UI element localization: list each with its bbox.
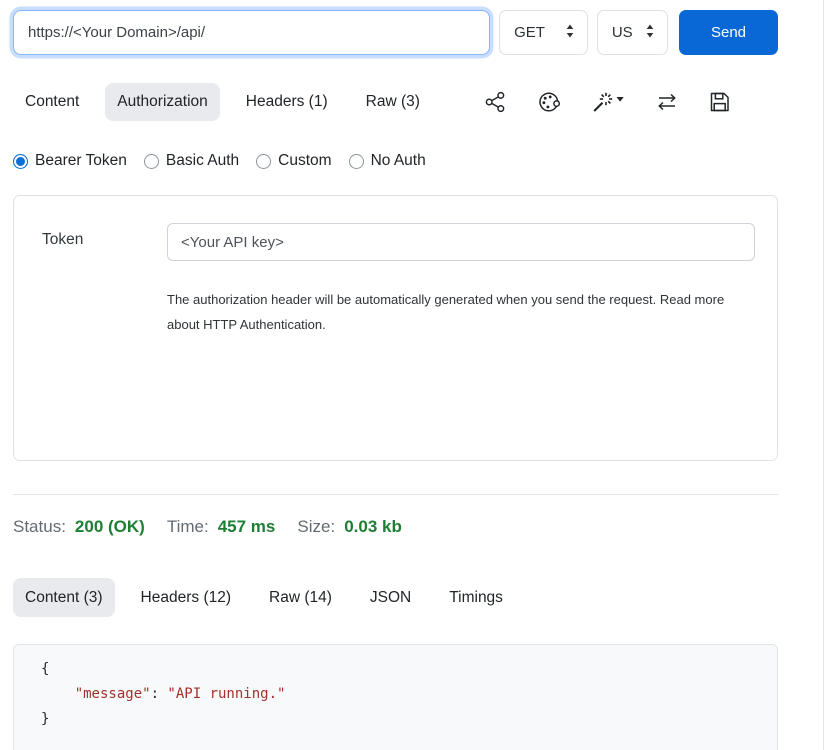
radio-label: Custom: [278, 152, 331, 170]
resp-tab-headers[interactable]: Headers (12): [129, 578, 243, 617]
radio-basic-auth[interactable]: Basic Auth: [144, 152, 239, 170]
api-request-page: GET US Send Content Authorization Header…: [0, 0, 778, 750]
request-tabs-row: Content Authorization Headers (1) Raw (3…: [13, 83, 778, 121]
radio-custom[interactable]: Custom: [256, 152, 331, 170]
code-line: }: [41, 707, 777, 732]
size-group: Size: 0.03 kb: [297, 517, 401, 537]
swap-arrows-icon[interactable]: [655, 90, 679, 114]
scrollbar-track-line: [823, 0, 824, 750]
token-label: Token: [42, 223, 167, 337]
tab-headers[interactable]: Headers (1): [234, 83, 340, 121]
radio-label: Basic Auth: [166, 152, 239, 170]
resp-tab-timings[interactable]: Timings: [437, 578, 515, 617]
code-line: {: [41, 657, 777, 682]
token-form-row: Token The authorization header will be a…: [42, 223, 755, 337]
url-input[interactable]: [13, 10, 490, 55]
tab-authorization[interactable]: Authorization: [105, 83, 219, 121]
tab-raw[interactable]: Raw (3): [354, 83, 432, 121]
radio-checked-icon: [13, 154, 28, 169]
status-group: Status: 200 (OK): [13, 517, 145, 537]
response-tabs: Content (3) Headers (12) Raw (14) JSON T…: [13, 578, 778, 617]
radio-label: No Auth: [371, 152, 426, 170]
auth-type-options: Bearer Token Basic Auth Custom No Auth: [13, 152, 778, 170]
method-select-value: GET: [514, 24, 545, 41]
radio-unchecked-icon: [256, 154, 271, 169]
method-select[interactable]: GET: [499, 10, 588, 55]
select-spinner-icon: [645, 23, 655, 43]
magic-wand-dropdown-icon[interactable]: [591, 90, 625, 114]
select-spinner-icon: [565, 23, 575, 43]
save-icon[interactable]: [709, 90, 731, 114]
status-label: Status:: [13, 517, 66, 537]
json-separator: :: [151, 686, 168, 702]
radio-unchecked-icon: [144, 154, 159, 169]
request-tabs: Content Authorization Headers (1) Raw (3…: [13, 83, 432, 121]
resp-tab-json[interactable]: JSON: [358, 578, 423, 617]
region-select[interactable]: US: [597, 10, 668, 55]
time-group: Time: 457 ms: [167, 517, 276, 537]
size-value: 0.03 kb: [344, 517, 402, 537]
section-divider: [13, 494, 778, 495]
json-value: "API running.": [167, 686, 285, 702]
share-icon[interactable]: [484, 90, 507, 114]
time-label: Time:: [167, 517, 209, 537]
token-help-text: The authorization header will be automat…: [167, 287, 755, 337]
response-body-code[interactable]: { "message": "API running." }: [13, 644, 778, 750]
palette-icon[interactable]: [537, 90, 561, 114]
json-close-brace: }: [41, 711, 49, 727]
code-line: "message": "API running.": [41, 682, 777, 707]
request-bar: GET US Send: [13, 10, 778, 55]
status-value: 200 (OK): [75, 517, 145, 537]
send-button[interactable]: Send: [679, 10, 778, 55]
token-input[interactable]: [167, 223, 755, 261]
tab-content[interactable]: Content: [13, 83, 91, 121]
radio-label: Bearer Token: [35, 152, 127, 170]
json-key: "message": [75, 686, 151, 702]
region-select-value: US: [612, 24, 633, 41]
resp-tab-raw[interactable]: Raw (14): [257, 578, 344, 617]
token-field-column: The authorization header will be automat…: [167, 223, 755, 337]
radio-unchecked-icon: [349, 154, 364, 169]
time-value: 457 ms: [218, 517, 276, 537]
resp-tab-content[interactable]: Content (3): [13, 578, 115, 617]
token-panel: Token The authorization header will be a…: [13, 195, 778, 461]
json-open-brace: {: [41, 661, 49, 677]
request-toolbar: [484, 90, 778, 114]
size-label: Size:: [297, 517, 335, 537]
response-status-row: Status: 200 (OK) Time: 457 ms Size: 0.03…: [13, 517, 778, 537]
radio-bearer-token[interactable]: Bearer Token: [13, 152, 127, 170]
radio-no-auth[interactable]: No Auth: [349, 152, 426, 170]
